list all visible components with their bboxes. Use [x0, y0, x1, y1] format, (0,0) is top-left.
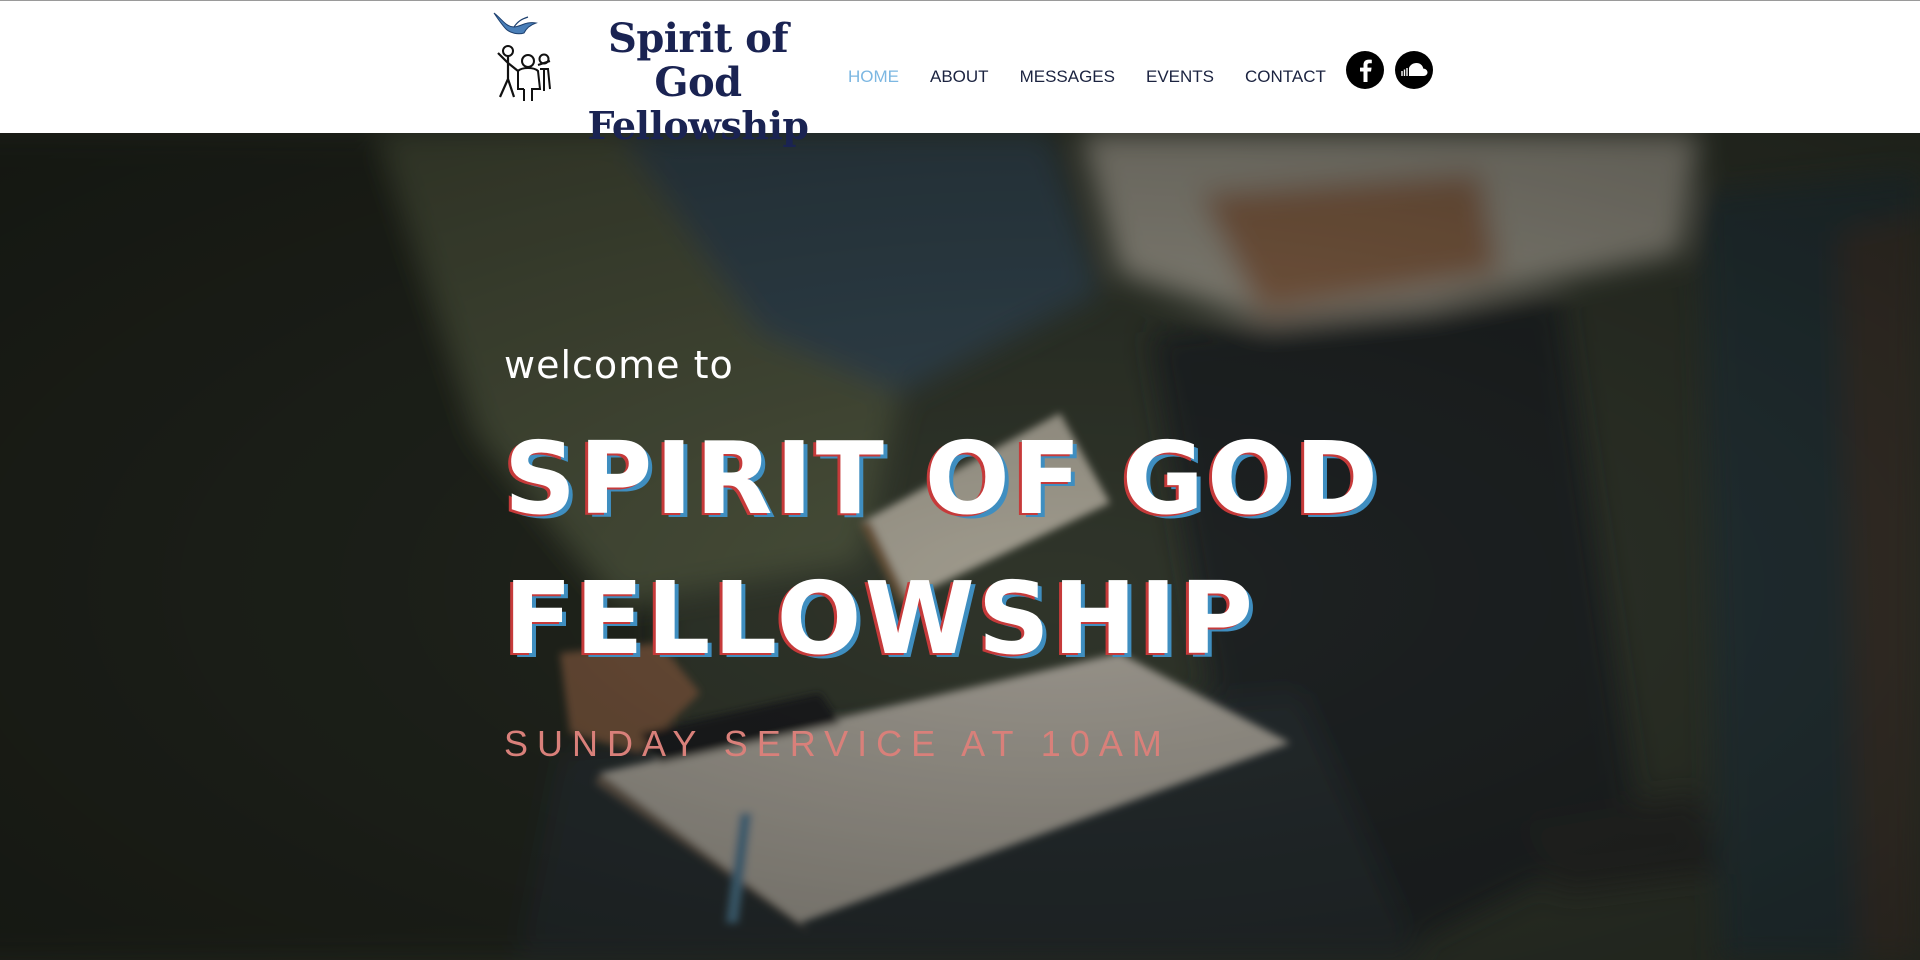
hero-text-block: welcome to SPIRIT OF GOD FELLOWSHIP SUND… [504, 343, 1504, 765]
nav-about[interactable]: ABOUT [930, 67, 989, 87]
logo-line1: Spirit of God [607, 15, 789, 106]
main-nav: HOME ABOUT MESSAGES EVENTS CONTACT [848, 65, 1357, 89]
nav-messages[interactable]: MESSAGES [1020, 67, 1115, 87]
site-header: Spirit of God Fellowship HOME ABOUT MESS… [0, 0, 1920, 147]
hero-title-line2: FELLOWSHIP [504, 560, 1257, 677]
hero-title-line1: SPIRIT OF GOD [504, 420, 1381, 537]
service-time-text: SUNDAY SERVICE AT 10AM [504, 723, 1171, 764]
welcome-text: welcome to [504, 343, 734, 387]
logo-line2: Fellowship [587, 103, 809, 148]
logo-text: Spirit of God Fellowship [558, 17, 838, 147]
dove-and-people-icon [493, 12, 551, 101]
nav-events[interactable]: EVENTS [1146, 67, 1214, 87]
page: Spirit of God Fellowship HOME ABOUT MESS… [0, 0, 1920, 960]
facebook-button[interactable] [1346, 51, 1384, 89]
nav-home[interactable]: HOME [848, 67, 899, 87]
nav-contact[interactable]: CONTACT [1245, 67, 1326, 87]
site-logo[interactable]: Spirit of God Fellowship [488, 9, 838, 147]
hero-title: SPIRIT OF GOD FELLOWSHIP [504, 409, 1504, 689]
hero-section: welcome to SPIRIT OF GOD FELLOWSHIP SUND… [0, 133, 1920, 960]
facebook-icon [1360, 59, 1372, 82]
soundcloud-button[interactable] [1395, 51, 1433, 89]
soundcloud-icon [1401, 63, 1428, 76]
